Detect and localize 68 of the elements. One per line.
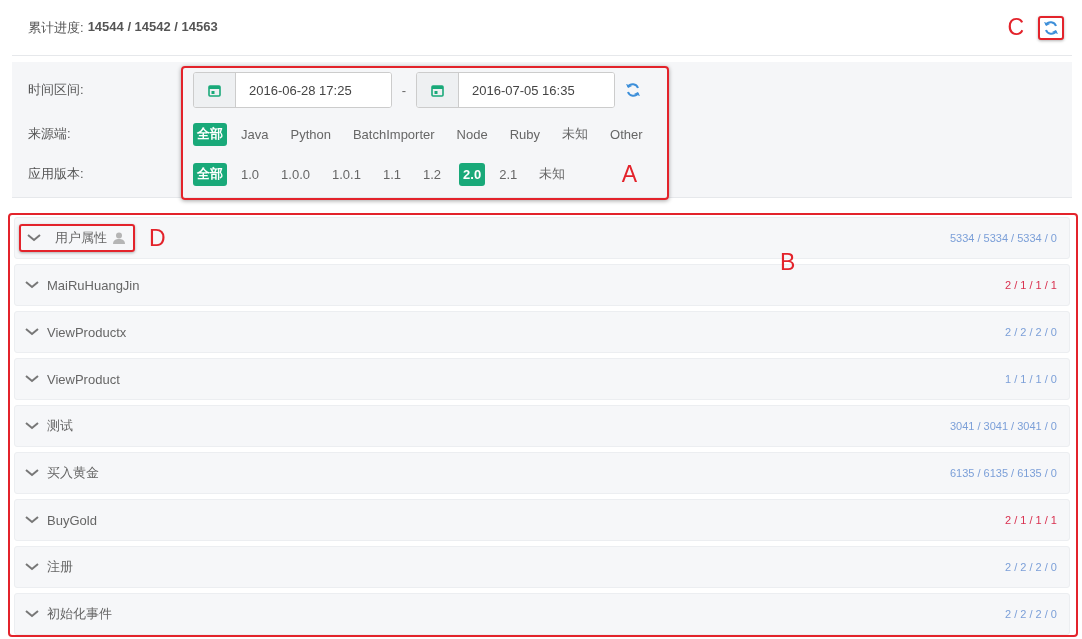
chevron-down-icon[interactable] [25, 563, 39, 571]
filter-tag[interactable]: 1.0.0 [277, 162, 314, 186]
filter-tag[interactable]: 1.2 [419, 162, 446, 186]
event-counts: 2 / 2 / 2 / 0 [1005, 561, 1057, 573]
filter-tag[interactable]: Other [606, 122, 647, 146]
event-counts: 2 / 2 / 2 / 0 [1005, 608, 1057, 620]
event-title: 测试 [47, 417, 73, 435]
progress-value: 14544 / 14542 / 14563 [87, 18, 218, 36]
event-counts: 1 / 1 / 1 / 0 [1005, 373, 1057, 385]
progress-label: 累计进度: [28, 18, 84, 37]
event-row[interactable]: 买入黄金 6135 / 6135 / 6135 / 0 [14, 452, 1070, 494]
filter-tag[interactable]: 2.1 [495, 162, 522, 186]
event-title: 买入黄金 [47, 464, 99, 482]
event-counts: 5334 / 5334 / 5334 / 0 [949, 232, 1057, 244]
filter-tag[interactable]: Ruby [505, 122, 545, 146]
event-counts: 2 / 1 / 1 / 1 [1005, 279, 1057, 291]
user-icon [113, 232, 125, 244]
event-title: MaiRuHuangJin [47, 277, 140, 293]
event-title: 初始化事件 [47, 605, 112, 623]
annotation-letter: D [149, 226, 166, 250]
event-counts: 3041 / 3041 / 3041 / 0 [949, 420, 1057, 432]
filter-tag[interactable]: 未知 [558, 122, 593, 146]
chevron-down-icon[interactable] [25, 422, 39, 430]
calendar-icon [208, 83, 221, 97]
chevron-down-icon[interactable] [27, 234, 41, 242]
filter-tag[interactable]: 1.0 [237, 162, 264, 186]
calendar-icon [431, 83, 444, 97]
chevron-down-icon[interactable] [25, 328, 39, 336]
event-counts: 6135 / 6135 / 6135 / 0 [949, 467, 1057, 479]
event-title: ViewProduct [47, 371, 120, 387]
filter-tag[interactable]: 全部 [193, 162, 227, 186]
event-row[interactable]: BuyGold 2 / 1 / 1 / 1 [14, 499, 1070, 541]
chevron-down-icon[interactable] [25, 281, 39, 289]
annotation-letter: C [1007, 16, 1024, 39]
range-separator: - [400, 82, 408, 98]
event-title: BuyGold [47, 512, 97, 528]
refresh-icon[interactable] [625, 82, 641, 98]
event-title: 用户属性 [55, 229, 107, 247]
chevron-down-icon[interactable] [25, 375, 39, 383]
refresh-button[interactable] [1038, 15, 1064, 40]
event-row[interactable]: 注册 2 / 2 / 2 / 0 [14, 546, 1070, 588]
event-row[interactable]: 初始化事件 2 / 2 / 2 / 0 [14, 593, 1070, 635]
annotation-letter: A [621, 163, 637, 186]
filter-tag[interactable]: 1.1 [378, 162, 405, 186]
filter-label: 来源端: [28, 125, 72, 143]
chevron-down-icon[interactable] [25, 516, 39, 524]
refresh-icon[interactable] [1043, 19, 1059, 36]
filter-tag[interactable]: 2.0 [459, 162, 486, 186]
start-date-field[interactable]: 2016-06-28 17:25 [193, 72, 392, 108]
filter-tag[interactable]: BatchImporter [348, 122, 439, 146]
event-counts: 2 / 2 / 2 / 0 [1005, 326, 1057, 338]
chevron-down-icon[interactable] [25, 469, 39, 477]
event-counts: 2 / 1 / 1 / 1 [1005, 514, 1057, 526]
end-date-field[interactable]: 2016-07-05 16:35 [416, 72, 615, 108]
filter-tag[interactable]: 全部 [193, 122, 227, 146]
filter-tag[interactable]: Node [452, 122, 492, 146]
event-title: ViewProductx [47, 324, 127, 340]
filter-tag[interactable]: 1.0.1 [328, 162, 365, 186]
filter-tag[interactable]: Java [237, 122, 273, 146]
event-row[interactable]: 测试 3041 / 3041 / 3041 / 0 [14, 405, 1070, 447]
event-row[interactable]: ViewProduct 1 / 1 / 1 / 0 [14, 358, 1070, 400]
event-row[interactable]: ViewProductx 2 / 2 / 2 / 0 [14, 311, 1070, 353]
chevron-down-icon[interactable] [25, 610, 39, 618]
event-title: 注册 [47, 558, 73, 576]
filter-label: 时间区间: [28, 81, 85, 99]
filter-label: 应用版本: [28, 165, 85, 183]
filter-tag[interactable]: 未知 [535, 162, 570, 186]
filter-tag[interactable]: Python [286, 122, 335, 146]
